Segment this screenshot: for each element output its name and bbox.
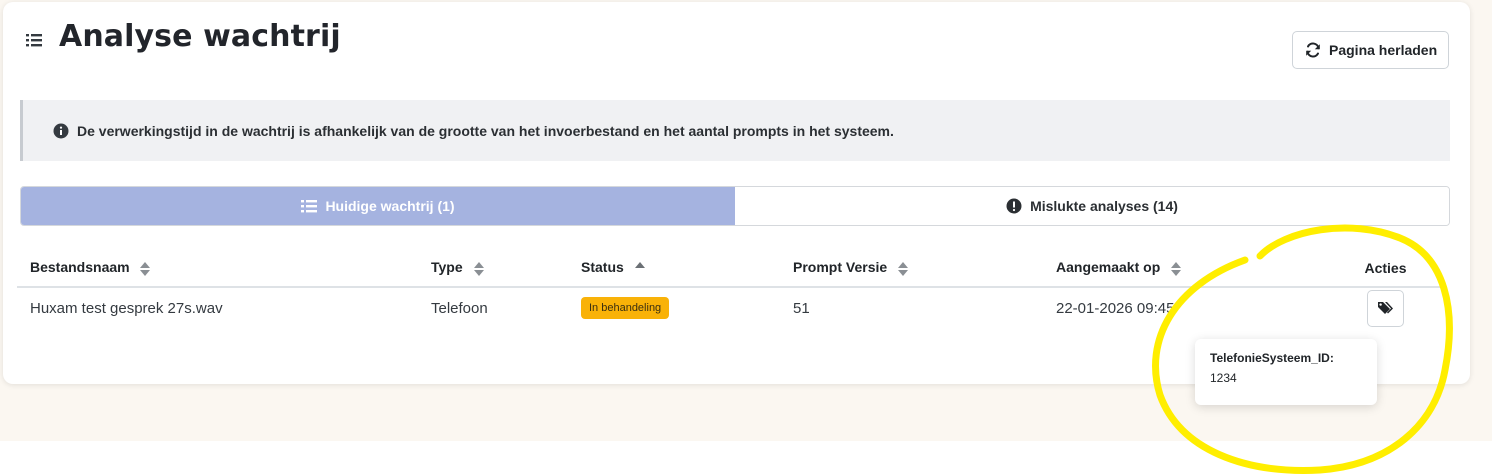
tab-label: Mislukte analyses (14) — [1030, 198, 1178, 214]
sort-icon — [473, 261, 484, 276]
column-label: Status — [581, 259, 624, 276]
list-icon[interactable] — [26, 32, 44, 48]
reload-button[interactable]: Pagina herladen — [1292, 31, 1449, 69]
table-header-row: Bestandsnaam Type Status Prompt Versie A… — [17, 250, 1447, 288]
column-header-filename[interactable]: Bestandsnaam — [17, 250, 418, 288]
exclamation-circle-icon — [1006, 198, 1022, 214]
column-header-prompt-version[interactable]: Prompt Versie — [780, 250, 1043, 288]
reload-button-label: Pagina herladen — [1329, 42, 1438, 58]
column-label: Type — [431, 259, 463, 276]
list-icon — [301, 200, 318, 213]
cell-status: In behandeling — [568, 287, 780, 328]
cell-type: Telefoon — [431, 299, 488, 317]
tab-current-queue[interactable]: Huidige wachtrij (1) — [21, 187, 735, 225]
column-label: Bestandsnaam — [30, 259, 130, 276]
sort-icon — [1171, 261, 1182, 276]
tab-label: Huidige wachtrij (1) — [325, 198, 455, 214]
column-header-type[interactable]: Type — [418, 250, 568, 288]
column-header-actions: Acties — [1324, 250, 1447, 288]
cell-prompt-version: 51 — [793, 299, 810, 317]
sort-asc-icon — [634, 261, 645, 268]
page-title: Analyse wachtrij — [59, 19, 341, 54]
info-alert: De verwerkingstijd in de wachtrij is afh… — [20, 100, 1450, 161]
sort-icon — [898, 261, 909, 276]
column-label: Acties — [1364, 260, 1407, 276]
cell-filename: Huxam test gesprek 27s.wav — [30, 299, 223, 317]
tags-icon — [1377, 302, 1393, 314]
queue-tabs: Huidige wachtrij (1) Mislukte analyses (… — [20, 186, 1450, 226]
refresh-icon — [1306, 42, 1320, 58]
tooltip-value: 1234 — [1210, 371, 1237, 385]
column-label: Prompt Versie — [793, 259, 888, 276]
table-row: Huxam test gesprek 27s.wav Telefoon In b… — [17, 287, 1447, 328]
column-header-status[interactable]: Status — [568, 250, 780, 288]
tooltip-key: TelefonieSysteem_ID: — [1210, 351, 1334, 365]
queue-table: Bestandsnaam Type Status Prompt Versie A… — [17, 250, 1447, 328]
tab-failed-analyses[interactable]: Mislukte analyses (14) — [735, 187, 1449, 225]
status-badge: In behandeling — [581, 297, 670, 319]
column-header-created[interactable]: Aangemaakt op — [1043, 250, 1324, 288]
sort-icon — [140, 261, 151, 276]
tags-button[interactable] — [1367, 289, 1404, 327]
metadata-tooltip: TelefonieSysteem_ID: 1234 — [1195, 339, 1377, 405]
alert-text: De verwerkingstijd in de wachtrij is afh… — [77, 122, 894, 139]
info-circle-icon — [53, 123, 69, 138]
cell-created: 22-01-2026 09:45 — [1056, 299, 1175, 317]
cell-actions — [1324, 287, 1447, 328]
column-label: Aangemaakt op — [1056, 259, 1161, 276]
